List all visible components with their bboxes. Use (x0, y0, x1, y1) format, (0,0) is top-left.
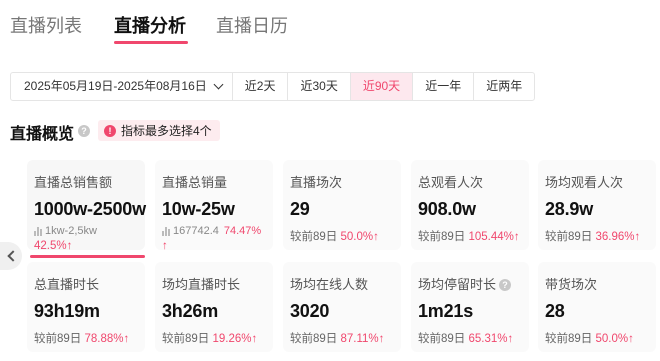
metric-card-avg-stay[interactable]: 场均停留时长? 1m21s 较前89日 65.31%↑ (411, 262, 529, 352)
filter-90-days[interactable]: 近90天 (350, 73, 414, 100)
metric-card-avg-online[interactable]: 场均在线人数 3020 较前89日 87.11%↑ (283, 262, 401, 352)
metric-value: 3h26m (162, 301, 219, 321)
metric-compare: 较前89日 50.0%↑ (290, 231, 379, 243)
metric-compare: 较前89日 36.96%↑ (545, 231, 641, 243)
metric-card-total-sales[interactable]: 直播总销售额 1000w-2500w 1kw-2,5kw 42.5%↑ (27, 160, 146, 252)
metric-compare: 较前89日 65.31%↑ (418, 333, 514, 345)
date-range-picker[interactable]: 2025年05月19日-2025年08月16日 (11, 73, 233, 100)
metric-card-avg-duration[interactable]: 场均直播时长 3h26m 较前89日 19.26%↑ (155, 262, 273, 352)
metric-label: 场均停留时长? (418, 274, 529, 293)
up-arrow-icon: ↑ (507, 333, 514, 345)
filter-2-years[interactable]: 近两年 (474, 73, 534, 100)
bar-chart-icon (34, 226, 42, 236)
metric-range: 1kw-2,5kw (34, 225, 145, 237)
up-arrow-icon: ↑ (123, 333, 130, 345)
metric-range-text: 167742.4 (173, 225, 219, 237)
filter-2-days[interactable]: 近2天 (233, 73, 289, 100)
up-arrow-icon: ↑ (251, 333, 258, 345)
section-title: 直播概览 (10, 126, 75, 143)
metric-compare: 较前89日 105.44%↑ (418, 231, 520, 243)
metric-compare: 较前89日 87.11%↑ (290, 333, 385, 345)
metric-compare: 较前89日 19.26%↑ (162, 333, 258, 345)
date-filter-bar: 2025年05月19日-2025年08月16日 近2天 近30天 近90天 近一… (10, 72, 536, 101)
metric-label: 直播总销量 (162, 175, 228, 190)
scroll-left-button[interactable] (0, 242, 22, 270)
up-arrow-icon: ↑ (634, 231, 641, 243)
up-arrow-icon: ↑ (66, 240, 73, 252)
metric-label: 直播场次 (290, 175, 343, 190)
up-arrow-icon: ↑ (162, 240, 168, 252)
metric-card-total-views[interactable]: 总观看人次 908.0w 较前89日 105.44%↑ (411, 160, 529, 250)
bar-chart-icon (162, 226, 170, 236)
metric-label: 总观看人次 (418, 175, 484, 190)
metric-label: 带货场次 (545, 277, 598, 292)
up-arrow-icon: ↑ (628, 333, 634, 345)
help-icon[interactable]: ? (78, 125, 90, 137)
selected-card-indicator (30, 255, 145, 258)
metric-value: 908.0w (418, 199, 476, 219)
tab-live-calendar[interactable]: 直播日历 (216, 12, 288, 38)
filter-1-year[interactable]: 近一年 (413, 73, 475, 100)
metric-card-live-sessions[interactable]: 直播场次 29 较前89日 50.0%↑ (283, 160, 401, 250)
metric-range-text: 1kw-2,5kw (45, 225, 97, 237)
up-arrow-icon: ↑ (513, 231, 520, 243)
chevron-down-icon (213, 79, 224, 90)
notice-text: 指标最多选择4个 (121, 124, 212, 138)
metric-card-total-duration[interactable]: 总直播时长 93h19m 较前89日 78.88%↑ (27, 262, 145, 352)
metric-value: 3020 (290, 301, 330, 321)
alert-icon: ! (104, 124, 116, 137)
metric-label: 场均直播时长 (162, 277, 241, 292)
up-arrow-icon: ↑ (373, 231, 379, 243)
metric-card-selling-sessions[interactable]: 带货场次 28 较前89日 50.0%↑ (538, 262, 656, 352)
metric-value: 1000w-2500w (34, 199, 146, 219)
notice-badge: ! 指标最多选择4个 (98, 120, 220, 141)
metric-compare: 较前89日 78.88%↑ (34, 333, 130, 345)
metric-label: 总直播时长 (34, 277, 100, 292)
help-icon[interactable]: ? (499, 279, 512, 291)
metric-value: 28 (545, 301, 565, 321)
metric-compare: 较前89日 50.0%↑ (545, 333, 634, 345)
metric-change-arrow: ↑ (162, 240, 273, 252)
metric-value: 28.9w (545, 199, 594, 219)
metric-change-value: 74.47% (223, 225, 262, 237)
metric-value: 1m21s (418, 301, 474, 321)
metric-label: 场均观看人次 (545, 175, 624, 190)
tab-live-analysis[interactable]: 直播分析 (114, 12, 186, 38)
metric-value: 29 (290, 199, 310, 219)
metric-label: 直播总销售额 (34, 175, 113, 190)
filter-30-days[interactable]: 近30天 (288, 73, 351, 100)
metric-value: 93h19m (34, 301, 100, 321)
metric-card-avg-views[interactable]: 场均观看人次 28.9w 较前89日 36.96%↑ (538, 160, 656, 250)
chevron-left-icon (7, 250, 19, 262)
up-arrow-icon: ↑ (378, 333, 385, 345)
active-tab-indicator (114, 41, 188, 44)
metric-card-total-volume[interactable]: 直播总销量 10w-25w 167742.4 74.47% ↑ (155, 160, 273, 252)
metric-value: 10w-25w (162, 199, 235, 219)
tab-bar: 直播列表 直播分析 直播日历 (10, 8, 650, 44)
metric-range: 167742.4 74.47% (162, 225, 273, 237)
metric-label: 场均在线人数 (290, 277, 369, 292)
date-range-text: 2025年05月19日-2025年08月16日 (24, 79, 207, 93)
metric-change: 42.5%↑ (34, 240, 73, 252)
tab-live-list[interactable]: 直播列表 (10, 12, 82, 38)
